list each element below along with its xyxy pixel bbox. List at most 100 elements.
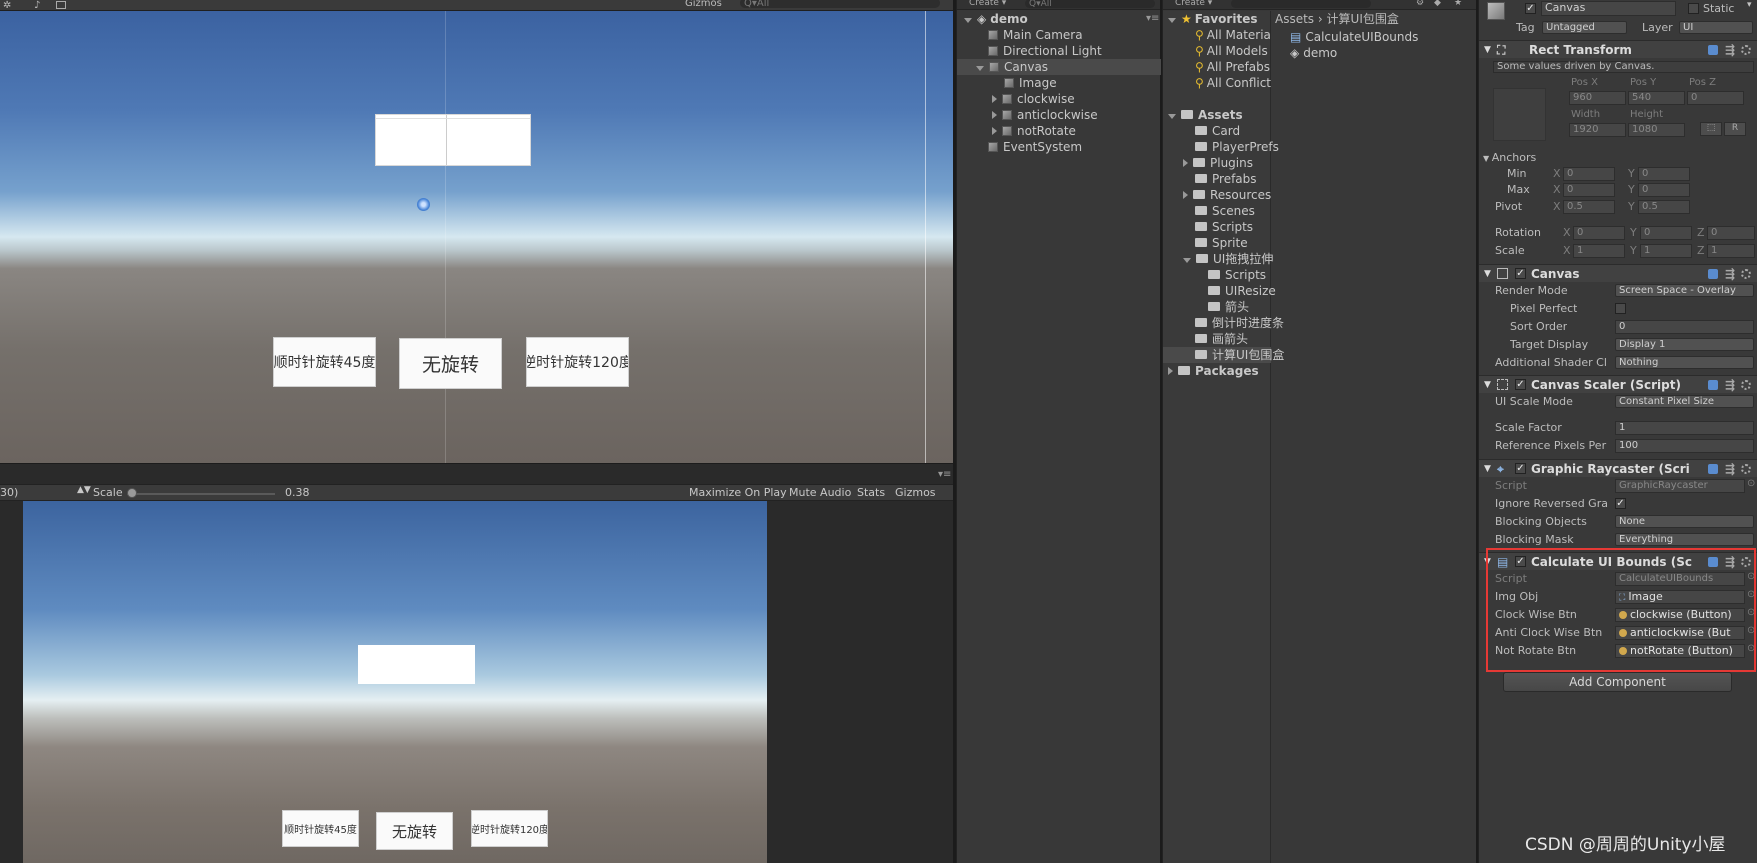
- scene-anticlockwise-button[interactable]: 逆时针旋转120度: [526, 337, 629, 387]
- file-item-script[interactable]: ▤ CalculateUIBounds: [1290, 29, 1418, 45]
- folder-item[interactable]: UI拖拽拉伸: [1183, 251, 1273, 267]
- preset-icon[interactable]: ⇶: [1725, 265, 1735, 283]
- preset-icon[interactable]: ⇶: [1725, 41, 1735, 59]
- expand-arrow-icon[interactable]: [992, 111, 997, 119]
- folder-item[interactable]: 箭头: [1208, 299, 1249, 315]
- folder-item[interactable]: 倒计时进度条: [1195, 315, 1284, 331]
- blueprint-mode-button[interactable]: ⬚: [1700, 122, 1722, 136]
- target-display-dropdown[interactable]: Display 1: [1615, 338, 1754, 351]
- folder-item[interactable]: Plugins: [1183, 155, 1253, 171]
- breadcrumb-folder[interactable]: 计算UI包围盒: [1327, 12, 1399, 26]
- breadcrumb-root[interactable]: Assets: [1275, 12, 1314, 26]
- gear-icon[interactable]: [1741, 45, 1751, 55]
- filter-label-icon[interactable]: ◆: [1434, 0, 1441, 8]
- scale-y-field[interactable]: 1: [1640, 244, 1692, 258]
- expand-arrow-icon[interactable]: ▼: [1484, 265, 1491, 283]
- folder-item[interactable]: Scripts: [1195, 219, 1253, 235]
- expand-arrow-icon[interactable]: [1183, 191, 1188, 199]
- gear-icon[interactable]: [1741, 380, 1751, 390]
- game-anticlockwise-button[interactable]: 逆时针旋转120度: [471, 810, 548, 847]
- tag-dropdown[interactable]: Untagged: [1542, 21, 1627, 34]
- object-picker-icon[interactable]: ⊙: [1747, 478, 1755, 489]
- pivot-y-field[interactable]: 0.5: [1638, 200, 1690, 214]
- folder-item[interactable]: Resources: [1183, 187, 1271, 203]
- light-icon[interactable]: ✲: [3, 0, 13, 11]
- object-name-field[interactable]: Canvas: [1541, 1, 1676, 16]
- folder-item[interactable]: UIResize: [1208, 283, 1276, 299]
- folder-item[interactable]: Card: [1195, 123, 1240, 139]
- hierarchy-item-notrotate[interactable]: notRotate: [992, 123, 1076, 139]
- gear-icon[interactable]: [1741, 464, 1751, 474]
- folder-item[interactable]: Scenes: [1195, 203, 1255, 219]
- preset-icon[interactable]: ⇶: [1725, 376, 1735, 394]
- rotation-z-field[interactable]: 0: [1707, 226, 1755, 240]
- game-viewport[interactable]: 顺时针旋转45度 无旋转 逆时针旋转120度: [23, 501, 767, 863]
- expand-arrow-icon[interactable]: [992, 127, 997, 135]
- static-checkbox[interactable]: [1688, 3, 1699, 14]
- hierarchy-item-image[interactable]: Image: [1004, 75, 1057, 91]
- help-icon[interactable]: [1708, 464, 1718, 474]
- pos-x-field[interactable]: 960: [1569, 91, 1626, 105]
- game-not-rotate-button[interactable]: 无旋转: [376, 812, 453, 850]
- help-icon[interactable]: [1708, 45, 1718, 55]
- scale-factor-field[interactable]: 1: [1615, 421, 1754, 435]
- favorite-item[interactable]: ⚲ All Materia: [1195, 27, 1271, 43]
- raycaster-enabled-checkbox[interactable]: ✓: [1515, 463, 1526, 474]
- assets-header[interactable]: Assets: [1168, 107, 1243, 123]
- help-icon[interactable]: [1708, 269, 1718, 279]
- project-search-input[interactable]: [1231, 0, 1371, 8]
- audio-icon[interactable]: ♪: [34, 0, 40, 11]
- expand-arrow-icon[interactable]: [992, 95, 997, 103]
- scene-gizmos-button[interactable]: Gizmos: [685, 0, 722, 9]
- hierarchy-item-directional-light[interactable]: Directional Light: [988, 43, 1102, 59]
- raw-edit-button[interactable]: R: [1724, 122, 1746, 136]
- preset-icon[interactable]: ⇶: [1725, 460, 1735, 478]
- hierarchy-item-main-camera[interactable]: Main Camera: [988, 27, 1083, 43]
- height-field[interactable]: 1080: [1628, 123, 1685, 137]
- rect-transform-header[interactable]: ▼ ⛶ Rect Transform ⇶: [1479, 40, 1757, 58]
- blocking-mask-dropdown[interactable]: Everything: [1615, 533, 1754, 546]
- blocking-objects-dropdown[interactable]: None: [1615, 515, 1754, 528]
- project-create-button[interactable]: Create ▾: [1175, 0, 1212, 8]
- folder-item-selected[interactable]: 计算UI包围盒: [1195, 347, 1284, 363]
- ui-scale-mode-dropdown[interactable]: Constant Pixel Size: [1615, 395, 1754, 408]
- help-icon[interactable]: [1708, 380, 1718, 390]
- stats-toggle[interactable]: Stats: [857, 486, 885, 499]
- expand-arrow-icon[interactable]: [976, 66, 984, 71]
- anchor-max-y-field[interactable]: 0: [1638, 183, 1690, 197]
- favorite-item[interactable]: ⚲ All Conflict: [1195, 75, 1271, 91]
- favorite-item[interactable]: ⚲ All Models: [1195, 43, 1268, 59]
- scale-slider-track[interactable]: [127, 493, 275, 495]
- rotation-x-field[interactable]: 0: [1573, 226, 1625, 240]
- rotation-y-field[interactable]: 0: [1640, 226, 1692, 240]
- scene-not-rotate-button[interactable]: 无旋转: [399, 338, 502, 389]
- width-field[interactable]: 1920: [1569, 123, 1626, 137]
- sort-order-field[interactable]: 0: [1615, 320, 1754, 334]
- scene-menu-icon[interactable]: ▾≡: [1146, 11, 1159, 27]
- expand-arrow-icon[interactable]: [964, 18, 972, 23]
- anchor-presets-button[interactable]: [1493, 88, 1546, 141]
- anchors-label[interactable]: ▼ Anchors: [1483, 151, 1536, 164]
- layer-dropdown[interactable]: UI: [1679, 21, 1753, 34]
- scene-clockwise-button[interactable]: 顺时针旋转45度: [273, 337, 376, 387]
- pos-z-field[interactable]: 0: [1687, 91, 1744, 105]
- folder-item[interactable]: PlayerPrefs: [1195, 139, 1279, 155]
- scale-z-field[interactable]: 1: [1707, 244, 1755, 258]
- anchor-min-y-field[interactable]: 0: [1638, 167, 1690, 181]
- game-clockwise-button[interactable]: 顺时针旋转45度: [282, 810, 359, 847]
- canvas-scaler-header[interactable]: ▼ ✓ Canvas Scaler (Script) ⇶: [1479, 375, 1757, 393]
- scene-pivot-handle[interactable]: [417, 198, 430, 211]
- hierarchy-create-button[interactable]: Create ▾: [969, 0, 1006, 8]
- scale-slider-thumb[interactable]: [127, 488, 137, 498]
- scene-image-rect[interactable]: [375, 114, 531, 166]
- hierarchy-scene-row[interactable]: ◈ demo ▾≡: [964, 11, 1159, 27]
- expand-arrow-icon[interactable]: [1168, 367, 1173, 375]
- active-checkbox[interactable]: ✓: [1525, 3, 1536, 14]
- expand-arrow-icon[interactable]: ▼: [1484, 460, 1491, 478]
- graphic-raycaster-header[interactable]: ▼ ⌖ ✓ Graphic Raycaster (Scri ⇶: [1479, 459, 1757, 477]
- image-effects-icon[interactable]: [56, 1, 66, 9]
- add-component-button[interactable]: Add Component: [1503, 672, 1732, 692]
- reference-pixels-field[interactable]: 100: [1615, 439, 1754, 453]
- expand-arrow-icon[interactable]: ▼: [1484, 376, 1491, 394]
- pivot-x-field[interactable]: 0.5: [1563, 200, 1615, 214]
